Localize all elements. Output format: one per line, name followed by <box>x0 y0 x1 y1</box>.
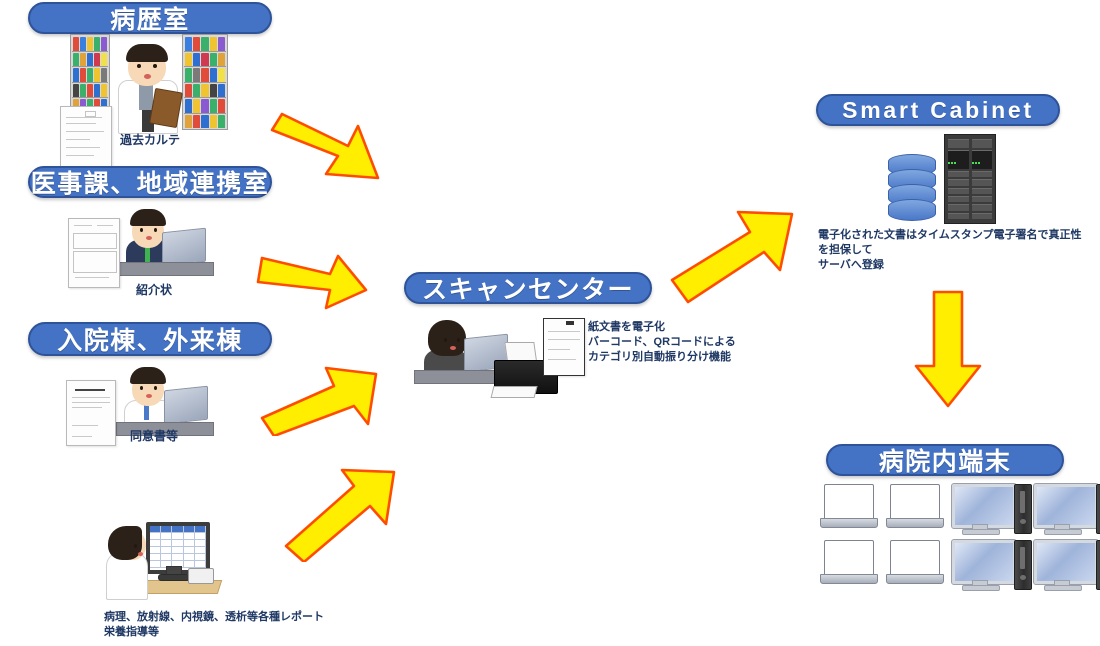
illustration-server-storage <box>886 134 1002 226</box>
group-label-medical-affairs: 医事課、地域連携室 <box>28 166 272 198</box>
arrow-records-to-scan <box>270 112 380 180</box>
group-label-text: Smart Cabinet <box>842 96 1034 123</box>
illustration-terminals-grid <box>820 483 1100 594</box>
illustration-nurse-at-desktop <box>96 512 226 604</box>
group-label-smart-cabinet: Smart Cabinet <box>816 94 1060 126</box>
caption-smart-cabinet-note: 電子化された文書はタイムスタンプ電子署名で真正性を担保して サーバへ登録 <box>818 229 1082 271</box>
caption-consent-forms: 同意書等 <box>130 429 179 443</box>
paper-scanned-document <box>543 318 585 376</box>
group-label-text: 病院内端末 <box>878 448 1012 476</box>
paper-consent-form <box>66 380 116 446</box>
caption-scan-center-note: 紙文書を電子化 バーコード、QRコードによる カテゴリ別自動振り分け機能 <box>588 321 736 363</box>
group-label-text: 病歴室 <box>110 6 190 34</box>
bookshelf-right-icon <box>182 34 228 130</box>
group-label-text: スキャンセンター <box>421 276 634 304</box>
arrow-affairs-to-scan <box>256 254 368 310</box>
group-label-scan-center: スキャンセンター <box>404 272 652 304</box>
diagram-canvas: 病歴室 過去カルテ 医事課、地域連携室 紹介状 入院棟、外来棟 同意書等 病理、… <box>0 0 1100 646</box>
paper-referral-letter <box>68 218 120 288</box>
paper-past-chart <box>60 106 112 170</box>
caption-referral-letter: 紹介状 <box>136 283 173 297</box>
arrow-reports-to-scan <box>284 468 396 562</box>
group-label-text: 入院棟、外来棟 <box>57 327 243 355</box>
arrow-scan-to-cabinet <box>670 210 794 304</box>
database-icon <box>888 154 936 221</box>
caption-reports: 病理、放射線、内視鏡、透析等各種レポート 栄養指導等 <box>104 611 324 638</box>
server-rack-icon <box>944 134 996 224</box>
arrow-cabinet-to-terminals <box>914 290 982 408</box>
group-label-medical-records-room: 病歴室 <box>28 2 272 34</box>
illustration-clerk-at-laptop <box>108 200 218 280</box>
caption-past-charts: 過去カルテ <box>120 133 181 147</box>
group-label-hospital-terminals: 病院内端末 <box>826 444 1064 476</box>
group-label-wards: 入院棟、外来棟 <box>28 322 272 356</box>
arrow-wards-to-scan <box>260 366 378 436</box>
group-label-text: 医事課、地域連携室 <box>30 170 270 198</box>
